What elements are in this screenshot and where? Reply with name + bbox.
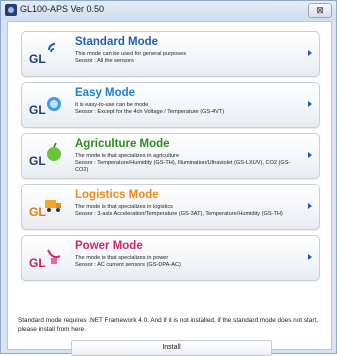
agriculture-mode-button[interactable]: GL Agriculture Mode The mode is that spe… <box>21 133 320 179</box>
app-icon <box>5 4 17 16</box>
gl-truck-icon: GL <box>29 200 61 219</box>
gl-wireless-icon: GL <box>29 43 56 66</box>
svg-text:GL: GL <box>29 103 46 117</box>
mode-title: Standard Mode <box>75 36 159 48</box>
arrow-right-icon <box>308 254 312 260</box>
arrow-right-icon <box>308 203 312 209</box>
mode-desc-line: The mode is that specializes in logistic… <box>75 204 173 210</box>
mode-desc-line: The mode is that specializes in agricult… <box>75 153 180 159</box>
mode-desc-line: This mode can be used for general purpos… <box>75 51 187 57</box>
mode-description: The mode is that specializes in logistic… <box>75 204 300 218</box>
framework-note: Standard mode requires .NET Framework 4.… <box>18 317 319 333</box>
mode-title: Easy Mode <box>75 87 136 99</box>
mode-sensor-line: Seosor : Except for the 4ch Voltage / Te… <box>75 109 225 115</box>
main-panel: GL Standard Mode This mode can be used f… <box>7 21 332 356</box>
mode-sensor-line: Seosor : Temperature/Humidity (GS-TH), I… <box>75 160 291 173</box>
mode-description: This mode can be used for general purpos… <box>75 51 300 65</box>
mode-description: It is easy-to-use can be mode Seosor : E… <box>75 102 300 116</box>
mode-title: Logistics Mode <box>75 189 159 201</box>
gl-plug-icon: GL <box>29 249 61 270</box>
svg-text:GL: GL <box>29 154 46 168</box>
power-mode-button[interactable]: GL Power Mode The mode is that specializ… <box>21 235 320 281</box>
arrow-right-icon <box>308 101 312 107</box>
logistics-mode-button[interactable]: GL Logistics Mode The mode is that speci… <box>21 184 320 230</box>
arrow-right-icon <box>308 152 312 158</box>
mode-title: Agriculture Mode <box>75 138 170 150</box>
easy-mode-button[interactable]: GL Easy Mode It is easy-to-use can be mo… <box>21 82 320 128</box>
standard-mode-button[interactable]: GL Standard Mode This mode can be used f… <box>21 31 320 77</box>
arrow-right-icon <box>308 50 312 56</box>
mode-description: The mode is that specializes in power Se… <box>75 255 300 269</box>
mode-desc-line: It is easy-to-use can be mode <box>75 102 149 108</box>
mode-title: Power Mode <box>75 240 143 252</box>
close-button[interactable]: ⊠ <box>308 3 332 18</box>
gl-easy-icon: GL <box>29 97 61 117</box>
mode-desc-line: The mode is that specializes in power <box>75 255 169 261</box>
window-title: GL100-APS Ver 0.50 <box>20 4 105 14</box>
svg-text:GL: GL <box>29 52 46 66</box>
mode-sensor-line: Seosor : All the sensors <box>75 58 134 64</box>
mode-sensor-line: Seosor : AC current sensors (GS-DPA-AC) <box>75 262 181 268</box>
gl-apple-icon: GL <box>29 142 61 168</box>
app-window: GL100-APS Ver 0.50 ⊠ GL Standard Mode Th… <box>0 0 337 356</box>
svg-text:GL: GL <box>29 256 46 270</box>
mode-description: The mode is that specializes in agricult… <box>75 153 300 174</box>
svg-text:GL: GL <box>29 205 46 219</box>
title-bar: GL100-APS Ver 0.50 ⊠ <box>1 1 336 20</box>
mode-sensor-line: Seosor : 3-axis Acceleration/Temperature… <box>75 211 283 217</box>
